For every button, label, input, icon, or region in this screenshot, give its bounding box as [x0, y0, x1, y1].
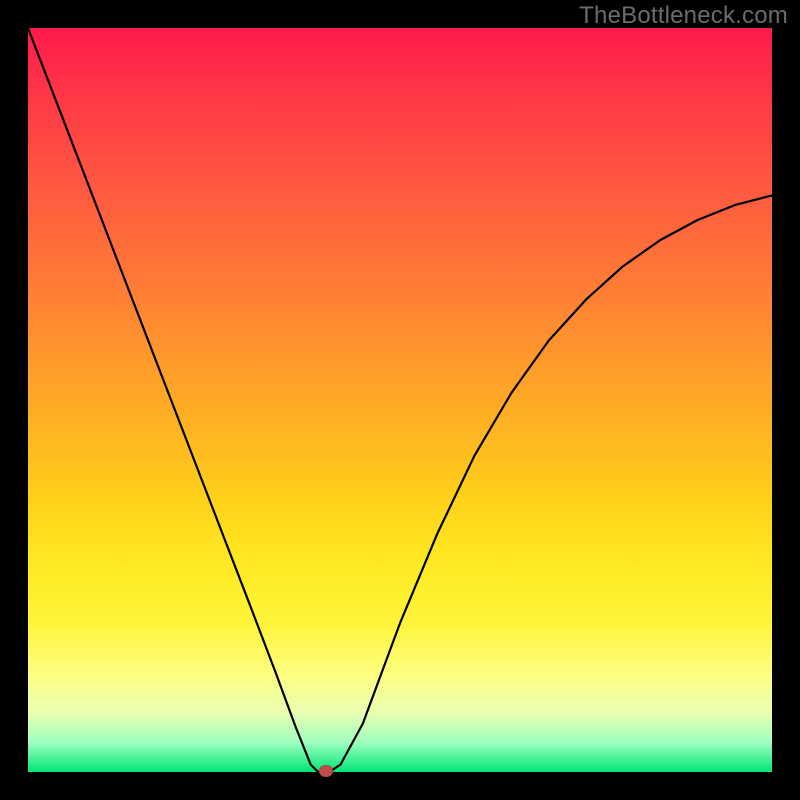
watermark-text: TheBottleneck.com: [579, 2, 788, 30]
chart-frame: TheBottleneck.com: [0, 0, 800, 800]
min-marker: [319, 765, 333, 777]
bottleneck-curve: [28, 28, 772, 772]
curve-svg: [28, 28, 772, 772]
plot-area: [28, 28, 772, 772]
